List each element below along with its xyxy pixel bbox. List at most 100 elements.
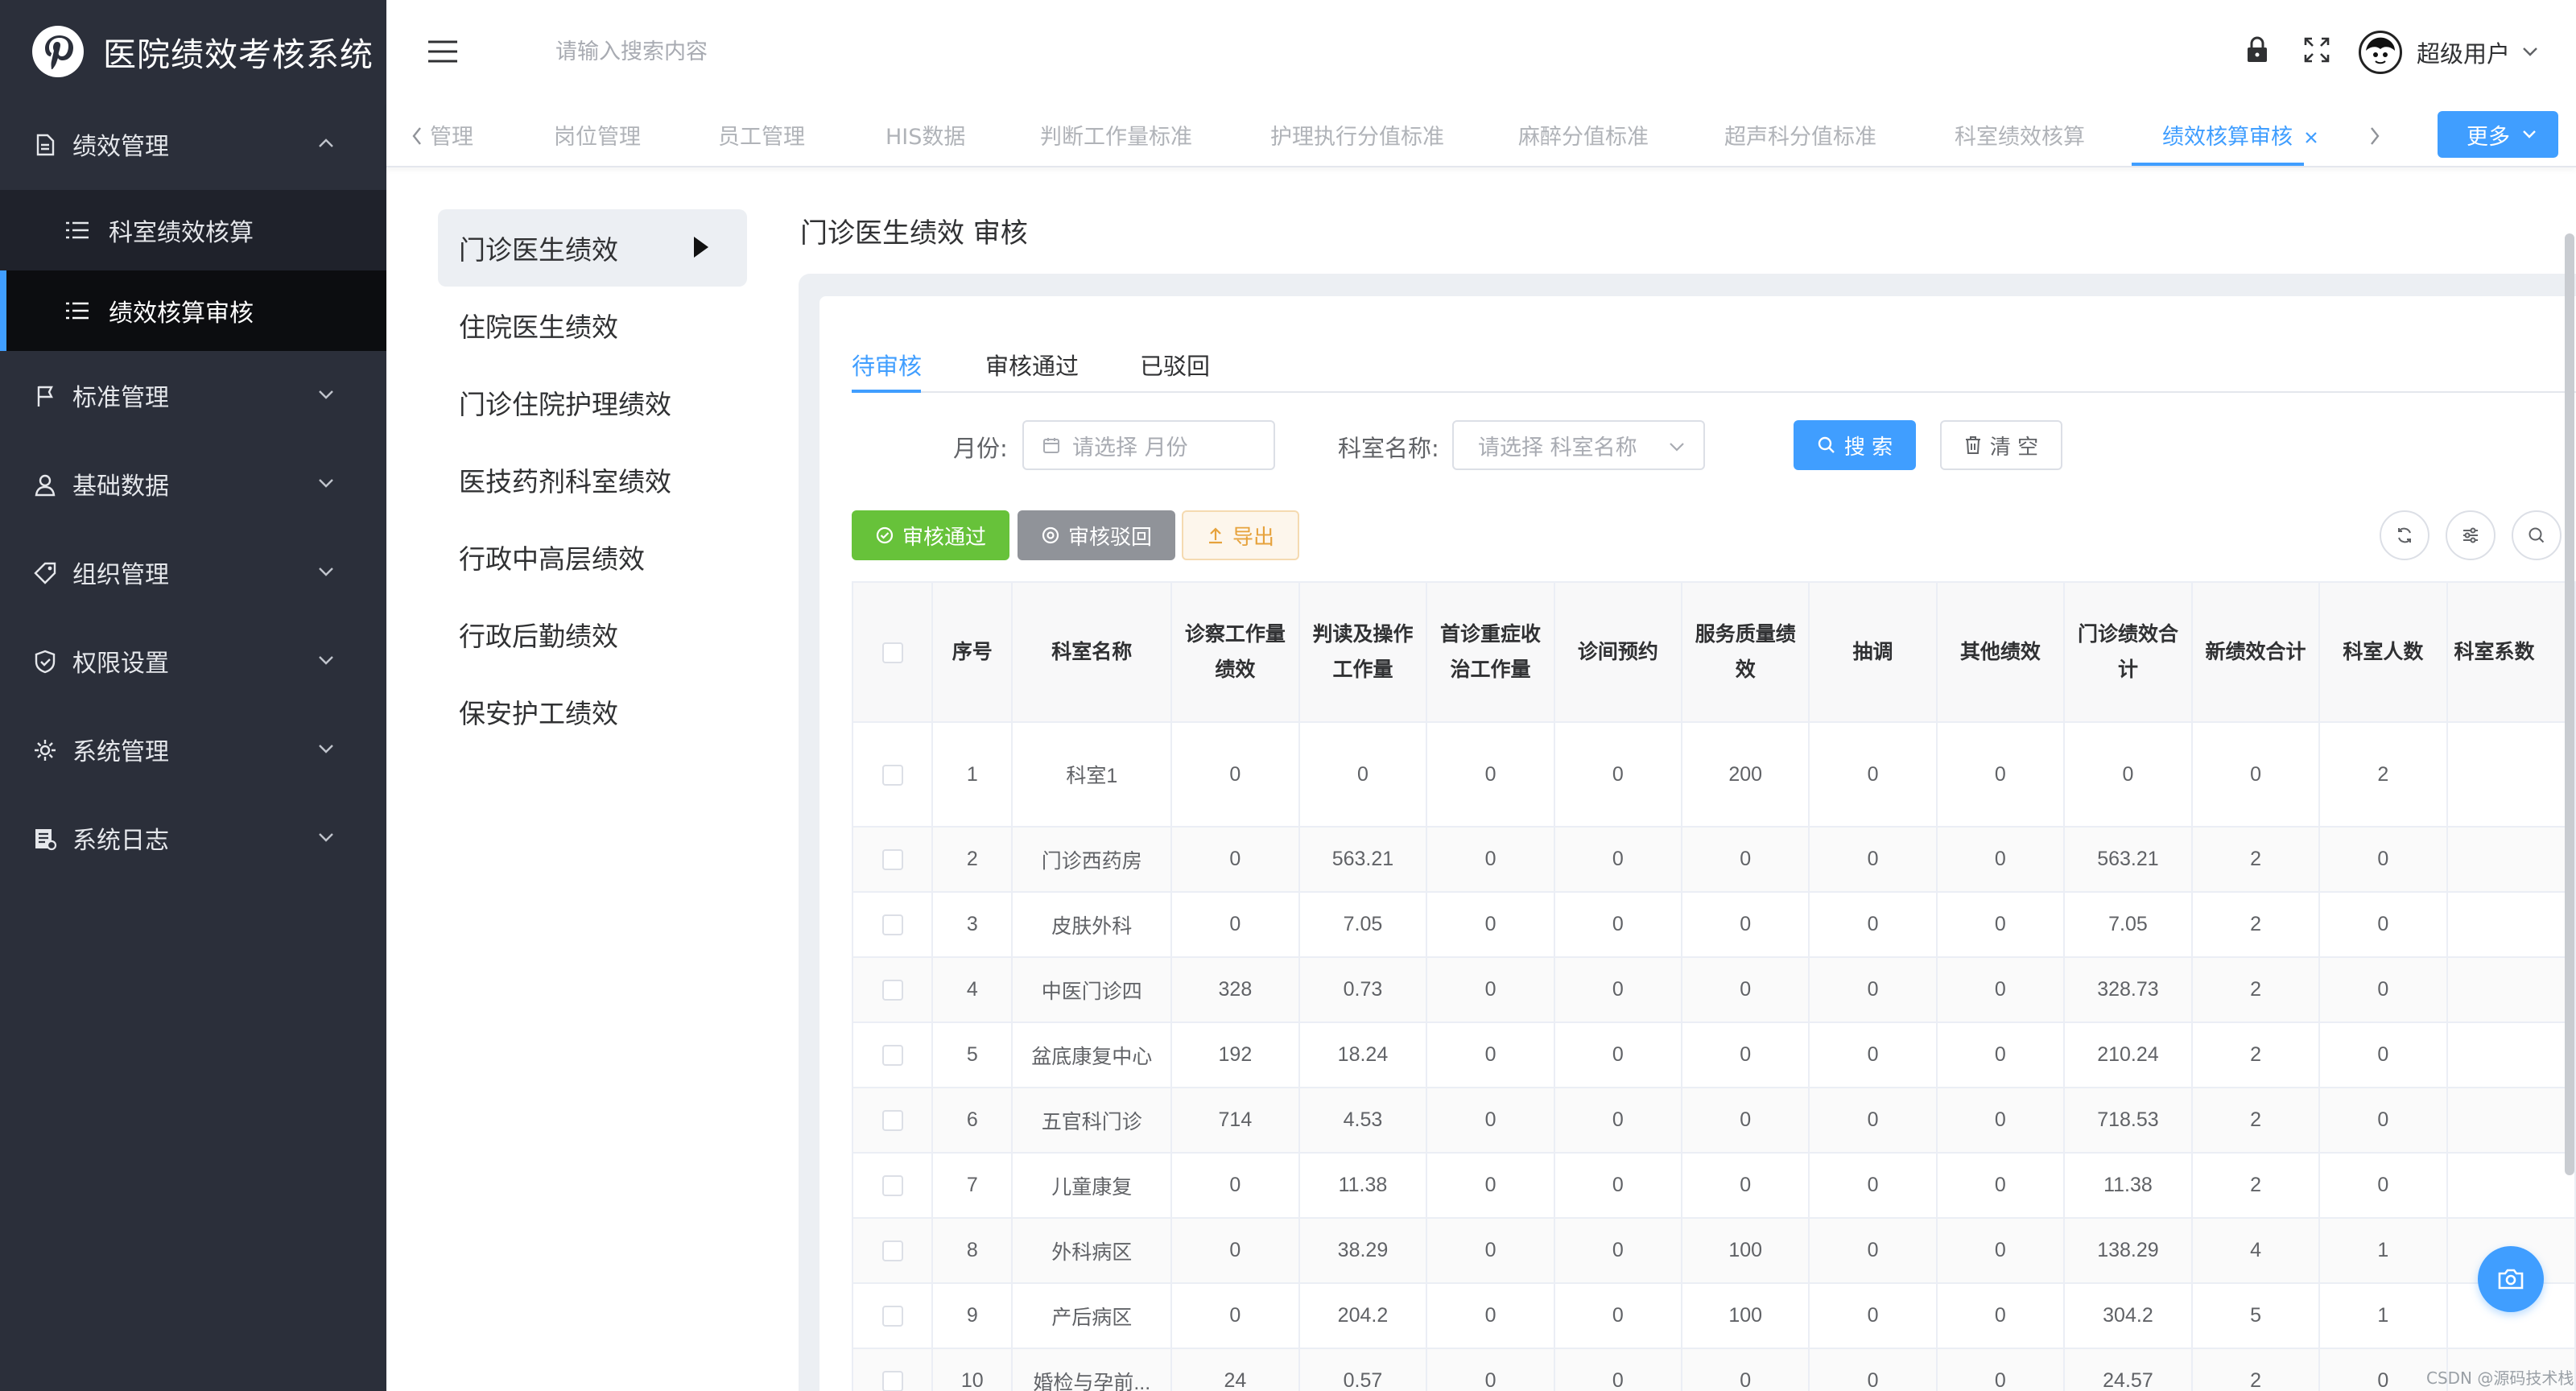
row-checkbox[interactable] bbox=[881, 980, 903, 1001]
tab-pending[interactable]: 待审核 bbox=[852, 348, 922, 382]
screenshot-float-button[interactable] bbox=[2478, 1246, 2544, 1312]
list-item-admin-logistics[interactable]: 行政后勤绩效 bbox=[438, 596, 747, 673]
table-row[interactable]: 4 中医门诊四 328 0.73 0 0 0 0 0 328.73 2 0 bbox=[852, 956, 2576, 1023]
avatar[interactable] bbox=[2359, 31, 2402, 74]
tag-workload-standard[interactable]: 判断工作量标准 bbox=[1040, 119, 1192, 158]
row-checkbox[interactable] bbox=[881, 914, 903, 936]
tag-post-management[interactable]: 岗位管理 bbox=[554, 119, 641, 158]
search-button[interactable]: 搜 索 bbox=[1794, 420, 1916, 470]
app-logo[interactable]: 医院绩效考核系统 bbox=[0, 0, 386, 103]
row-checkbox[interactable] bbox=[881, 1110, 903, 1132]
table-cell: 0 bbox=[1170, 1217, 1300, 1284]
more-tags-button[interactable]: 更多 bbox=[2438, 111, 2558, 158]
column-header: 科室名称 bbox=[1011, 581, 1173, 723]
row-checkbox[interactable] bbox=[881, 1306, 903, 1327]
trash-icon bbox=[1965, 436, 1980, 454]
tags-scroll-left-icon[interactable] bbox=[411, 126, 423, 147]
row-select-cell[interactable] bbox=[852, 891, 934, 958]
refresh-button[interactable] bbox=[2380, 510, 2429, 560]
tag-staff-management[interactable]: 员工管理 bbox=[718, 119, 805, 158]
row-checkbox[interactable] bbox=[881, 1175, 903, 1197]
column-settings-button[interactable] bbox=[2446, 510, 2496, 560]
menu-basic-data[interactable]: 基础数据 bbox=[0, 440, 386, 528]
menu-org-management[interactable]: 组织管理 bbox=[0, 528, 386, 617]
table-row[interactable]: 9 产后病区 0 204.2 0 0 100 0 0 304.2 5 1 bbox=[852, 1282, 2576, 1349]
tag-anesthesia-score-standard[interactable]: 麻醉分值标准 bbox=[1518, 119, 1649, 158]
list-item-medtech-pharmacy[interactable]: 医技药剂科室绩效 bbox=[438, 441, 747, 518]
sliders-icon bbox=[2463, 527, 2478, 543]
row-select-cell[interactable] bbox=[852, 1087, 934, 1154]
export-button[interactable]: 导出 bbox=[1182, 510, 1299, 560]
tag-management[interactable]: 管理 bbox=[430, 119, 473, 158]
row-checkbox[interactable] bbox=[881, 849, 903, 871]
row-checkbox[interactable] bbox=[881, 1240, 903, 1262]
table-row[interactable]: 5 盆底康复中心 192 18.24 0 0 0 0 0 210.24 2 0 bbox=[852, 1022, 2576, 1088]
select-all-checkbox[interactable] bbox=[881, 642, 903, 664]
list-item-security-care[interactable]: 保安护工绩效 bbox=[438, 673, 747, 750]
list-item-inpatient-doctor[interactable]: 住院医生绩效 bbox=[438, 287, 747, 364]
row-checkbox[interactable] bbox=[881, 764, 903, 786]
row-checkbox[interactable] bbox=[881, 1371, 903, 1391]
global-search-input[interactable] bbox=[555, 32, 877, 71]
table-cell: 7.05 bbox=[1298, 891, 1428, 958]
table-cell: 0 bbox=[1808, 1282, 1938, 1349]
caret-down-icon[interactable] bbox=[2521, 45, 2539, 58]
tab-approved[interactable]: 审核通过 bbox=[985, 348, 1079, 382]
row-select-cell[interactable] bbox=[852, 721, 934, 828]
month-label: 月份: bbox=[953, 435, 1008, 462]
row-select-cell[interactable] bbox=[852, 1217, 934, 1284]
table-row[interactable]: 2 门诊西药房 0 563.21 0 0 0 0 0 563.21 2 0 bbox=[852, 826, 2576, 893]
menu-system-management[interactable]: 系统管理 bbox=[0, 705, 386, 794]
row-select-cell[interactable] bbox=[852, 1348, 934, 1391]
menu-permission-settings[interactable]: 权限设置 bbox=[0, 617, 386, 705]
menu-system-log[interactable]: 系统日志 bbox=[0, 794, 386, 882]
username[interactable]: 超级用户 bbox=[2417, 35, 2510, 69]
chevron-down-icon bbox=[319, 479, 333, 488]
tag-ultrasound-score-standard[interactable]: 超声科分值标准 bbox=[1724, 119, 1876, 158]
hamburger-menu-icon[interactable] bbox=[427, 39, 459, 64]
close-icon[interactable] bbox=[2304, 130, 2318, 145]
chevron-down-icon bbox=[319, 390, 333, 399]
table-cell: 0 bbox=[2318, 956, 2448, 1023]
tag-nursing-score-standard[interactable]: 护理执行分值标准 bbox=[1270, 119, 1444, 158]
dept-select[interactable]: 请选择 科室名称 bbox=[1452, 420, 1705, 470]
lock-icon[interactable] bbox=[2243, 35, 2272, 64]
submenu-dept-performance[interactable]: 科室绩效核算 bbox=[0, 190, 386, 270]
list-item-nursing[interactable]: 门诊住院护理绩效 bbox=[438, 364, 747, 441]
row-select-cell[interactable] bbox=[852, 826, 934, 893]
month-picker[interactable]: 请选择 月份 bbox=[1022, 420, 1275, 470]
tag-dept-performance[interactable]: 科室绩效核算 bbox=[1955, 119, 2085, 158]
fullscreen-icon[interactable] bbox=[2302, 35, 2331, 64]
submenu-performance-audit[interactable]: 绩效核算审核 bbox=[0, 270, 386, 351]
tag-performance-audit[interactable]: 绩效核算审核 bbox=[2162, 119, 2293, 158]
list-item-admin-senior[interactable]: 行政中高层绩效 bbox=[438, 518, 747, 596]
table-row[interactable]: 10 婚检与孕前... 24 0.57 0 0 0 0 0 24.57 2 0 bbox=[852, 1348, 2576, 1391]
tag-his-data[interactable]: HIS数据 bbox=[886, 119, 965, 158]
tab-rejected[interactable]: 已驳回 bbox=[1140, 348, 1210, 382]
select-all-cell[interactable] bbox=[852, 581, 934, 723]
table-row[interactable]: 7 儿童康复 0 11.38 0 0 0 0 0 11.38 2 0 bbox=[852, 1152, 2576, 1219]
row-select-cell[interactable] bbox=[852, 1282, 934, 1349]
reject-button[interactable]: 审核驳回 bbox=[1018, 510, 1175, 560]
tags-scroll-right-icon[interactable] bbox=[2368, 126, 2381, 147]
table-cell: 0 bbox=[1426, 1022, 1555, 1088]
menu-standard-management[interactable]: 标准管理 bbox=[0, 351, 386, 440]
clear-button[interactable]: 清 空 bbox=[1940, 420, 2062, 470]
menu-performance-management[interactable]: 绩效管理 bbox=[0, 100, 386, 188]
page-scrollbar[interactable] bbox=[2565, 233, 2574, 1175]
approve-button[interactable]: 审核通过 bbox=[852, 510, 1009, 560]
table-row[interactable]: 8 外科病区 0 38.29 0 0 100 0 0 138.29 4 1 bbox=[852, 1217, 2576, 1284]
toggle-search-button[interactable] bbox=[2512, 510, 2562, 560]
table-row[interactable]: 6 五官科门诊 714 4.53 0 0 0 0 0 718.53 2 0 bbox=[852, 1087, 2576, 1154]
table-cell: 304.2 bbox=[2063, 1282, 2193, 1349]
column-header: 抽调 bbox=[1808, 581, 1938, 723]
list-item-outpatient-doctor[interactable]: 门诊医生绩效 bbox=[438, 209, 747, 287]
calendar-icon bbox=[1043, 438, 1059, 453]
row-select-cell[interactable] bbox=[852, 1152, 934, 1219]
row-select-cell[interactable] bbox=[852, 1022, 934, 1088]
row-checkbox[interactable] bbox=[881, 1045, 903, 1067]
table-row[interactable]: 3 皮肤外科 0 7.05 0 0 0 0 0 7.05 2 0 bbox=[852, 891, 2576, 958]
clear-label: 清 空 bbox=[1989, 435, 2039, 460]
row-select-cell[interactable] bbox=[852, 956, 934, 1023]
table-row[interactable]: 1 科室1 0 0 0 0 200 0 0 0 0 2 bbox=[852, 721, 2576, 828]
